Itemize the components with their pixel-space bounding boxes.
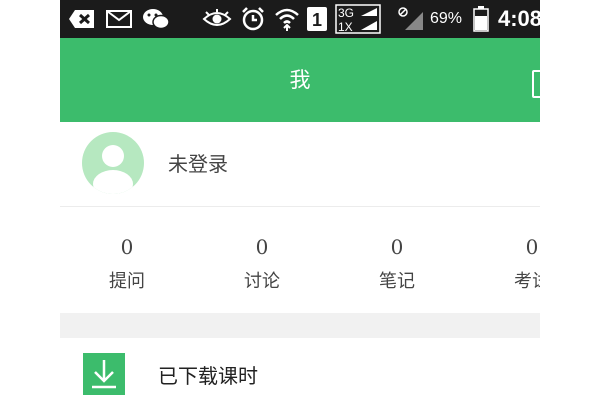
stat-exams[interactable]: 0 考试 bbox=[497, 235, 540, 293]
network-type-top: 3G bbox=[338, 6, 354, 20]
stat-count: 0 bbox=[120, 235, 134, 259]
wechat-icon bbox=[140, 0, 172, 38]
stat-count: 0 bbox=[525, 235, 539, 259]
no-signal-icon bbox=[396, 0, 426, 38]
email-icon bbox=[104, 0, 134, 38]
user-avatar-icon bbox=[93, 145, 133, 194]
wifi-icon bbox=[272, 0, 302, 38]
cellular-icon: 3G 1X bbox=[334, 0, 382, 38]
sim-icon: 1 bbox=[306, 0, 328, 38]
stat-notes[interactable]: 0 笔记 bbox=[362, 235, 432, 293]
app-frame: 1 3G 1X 69% 4:08 我 未登录 0 提问 0 讨论 0 笔记 0 … bbox=[60, 0, 540, 400]
battery-icon bbox=[472, 0, 490, 38]
network-type-bottom: 1X bbox=[338, 20, 353, 34]
app-header: 我 bbox=[60, 38, 540, 122]
stat-count: 0 bbox=[255, 235, 269, 259]
download-icon bbox=[83, 353, 125, 395]
clock: 4:08 bbox=[498, 6, 540, 31]
avatar[interactable] bbox=[82, 132, 144, 194]
login-status[interactable]: 未登录 bbox=[168, 148, 228, 177]
eye-icon bbox=[200, 0, 234, 38]
status-bar: 1 3G 1X 69% 4:08 bbox=[60, 0, 540, 38]
battery-percent: 69% bbox=[430, 10, 463, 27]
page-title: 我 bbox=[289, 68, 311, 92]
stat-label: 考试 bbox=[514, 271, 540, 292]
stat-label: 笔记 bbox=[379, 271, 415, 292]
section-divider bbox=[60, 313, 540, 338]
stats-row: 0 提问 0 讨论 0 笔记 0 考试 bbox=[60, 207, 540, 313]
stat-questions[interactable]: 0 提问 bbox=[92, 235, 162, 293]
stat-discussions[interactable]: 0 讨论 bbox=[227, 235, 297, 293]
profile-row[interactable]: 未登录 bbox=[60, 122, 540, 207]
sms-icon bbox=[66, 0, 98, 38]
menu-item-label: 已下载课时 bbox=[158, 364, 258, 388]
stat-count: 0 bbox=[390, 235, 404, 259]
sim-slot-number: 1 bbox=[312, 10, 322, 30]
menu-item-downloaded-lessons[interactable]: 已下载课时 bbox=[60, 338, 540, 400]
stat-label: 讨论 bbox=[244, 271, 280, 292]
settings-icon[interactable] bbox=[532, 70, 540, 98]
alarm-icon bbox=[238, 0, 268, 38]
stat-label: 提问 bbox=[109, 271, 145, 292]
